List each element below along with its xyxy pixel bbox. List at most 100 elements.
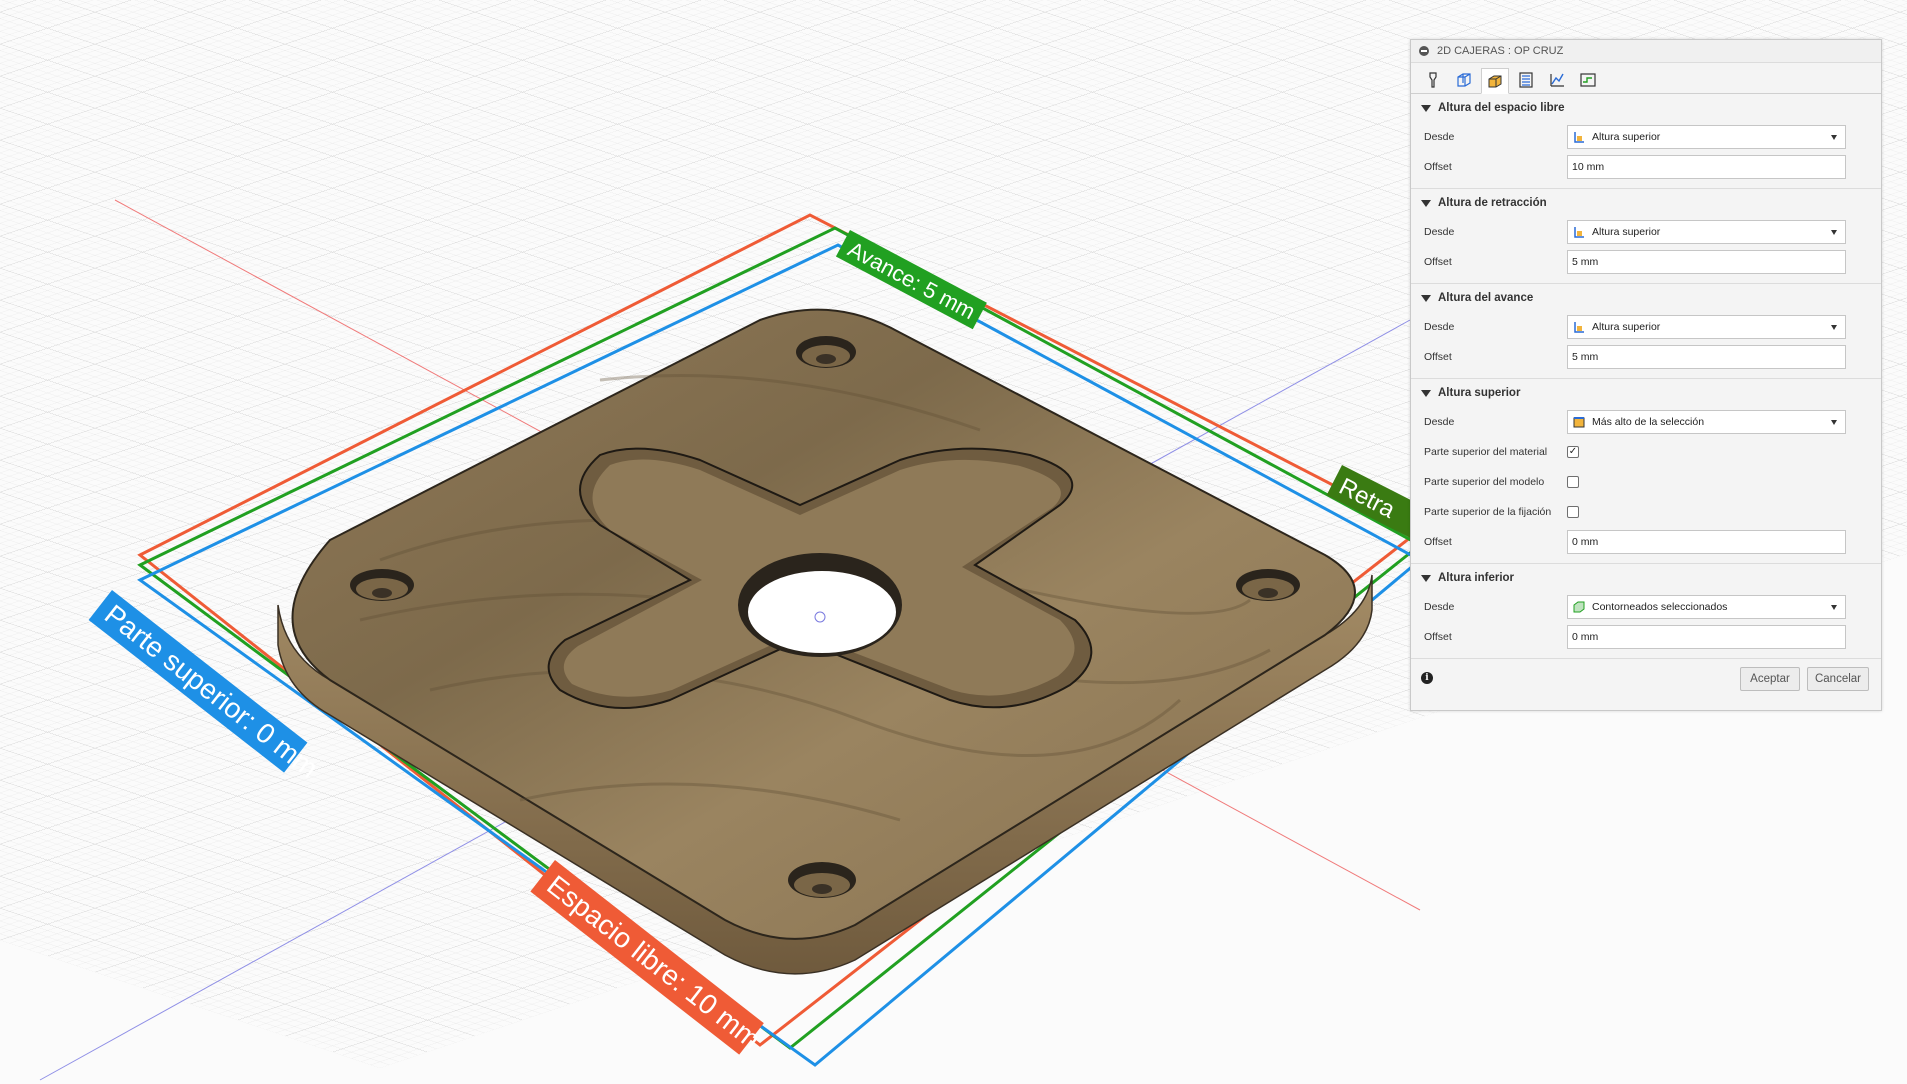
field-label: Offset bbox=[1424, 351, 1452, 363]
clearance-offset-input[interactable] bbox=[1567, 155, 1846, 179]
field-label: Desde bbox=[1424, 416, 1455, 428]
field-label: Desde bbox=[1424, 321, 1455, 333]
field-label: Desde bbox=[1424, 131, 1455, 143]
collapse-icon[interactable] bbox=[1419, 46, 1429, 56]
section-title: Altura del avance bbox=[1438, 292, 1534, 304]
height-reference-icon bbox=[1574, 132, 1584, 143]
section-clearance-height: Altura del espacio libre Desde Altura su… bbox=[1411, 94, 1881, 189]
field-label: Offset bbox=[1424, 536, 1452, 548]
retract-from-dropdown[interactable]: Altura superior bbox=[1567, 220, 1846, 244]
row-feed-from: Desde Altura superior bbox=[1411, 312, 1881, 342]
chevron-down-icon bbox=[1831, 420, 1837, 425]
selection-height-icon bbox=[1573, 417, 1585, 428]
row-retract-offset: Offset bbox=[1411, 247, 1881, 277]
pocket-2d-dialog: 2D CAJERAS : OP CRUZ Altura del espacio … bbox=[1410, 39, 1882, 711]
dialog-footer: i Aceptar Cancelar bbox=[1411, 659, 1881, 697]
chevron-down-icon bbox=[1831, 325, 1837, 330]
fixture-top-checkbox[interactable] bbox=[1567, 506, 1579, 518]
tab-linking[interactable] bbox=[1543, 67, 1571, 93]
section-title: Altura del espacio libre bbox=[1438, 102, 1565, 114]
height-reference-icon bbox=[1574, 227, 1584, 238]
row-bottom-offset: Offset bbox=[1411, 622, 1881, 652]
tab-bar bbox=[1411, 63, 1881, 94]
mounting-hole-left bbox=[350, 569, 414, 601]
tab-passes[interactable] bbox=[1512, 67, 1540, 93]
section-top-height: Altura superior Desde Más alto de la sel… bbox=[1411, 379, 1881, 564]
stock-top-checkbox[interactable]: ✓ bbox=[1567, 446, 1579, 458]
collapse-triangle-icon bbox=[1421, 294, 1431, 302]
mounting-hole-top bbox=[796, 336, 856, 368]
linking-icon bbox=[1550, 73, 1564, 87]
bottom-offset-input[interactable] bbox=[1567, 625, 1846, 649]
dropdown-value: Contorneados seleccionados bbox=[1592, 601, 1728, 613]
section-title: Altura inferior bbox=[1438, 572, 1515, 584]
info-icon[interactable]: i bbox=[1421, 672, 1433, 684]
collapse-triangle-icon bbox=[1421, 199, 1431, 207]
field-label: Parte superior del material bbox=[1424, 446, 1548, 458]
passes-icon bbox=[1519, 72, 1533, 88]
section-header-clearance[interactable]: Altura del espacio libre bbox=[1411, 94, 1881, 122]
mounting-hole-right bbox=[1236, 569, 1300, 601]
bottom-from-dropdown[interactable]: Contorneados seleccionados bbox=[1567, 595, 1846, 619]
field-label: Desde bbox=[1424, 601, 1455, 613]
section-retract-height: Altura de retracción Desde Altura superi… bbox=[1411, 189, 1881, 284]
field-label: Offset bbox=[1424, 631, 1452, 643]
field-label: Offset bbox=[1424, 161, 1452, 173]
dropdown-value: Altura superior bbox=[1592, 131, 1661, 143]
dropdown-value: Más alto de la selección bbox=[1592, 416, 1705, 428]
tool-icon bbox=[1429, 72, 1437, 88]
field-label: Desde bbox=[1424, 226, 1455, 238]
post-process-icon bbox=[1580, 73, 1596, 87]
section-title: Altura de retracción bbox=[1438, 197, 1547, 209]
tab-post-process[interactable] bbox=[1574, 67, 1602, 93]
row-retract-from: Desde Altura superior bbox=[1411, 217, 1881, 247]
clearance-from-dropdown[interactable]: Altura superior bbox=[1567, 125, 1846, 149]
dialog-header: 2D CAJERAS : OP CRUZ bbox=[1411, 40, 1881, 63]
row-stock-top: Parte superior del material ✓ bbox=[1411, 437, 1881, 467]
feed-from-dropdown[interactable]: Altura superior bbox=[1567, 315, 1846, 339]
section-feed-height: Altura del avance Desde Altura superior … bbox=[1411, 284, 1881, 379]
section-header-feed[interactable]: Altura del avance bbox=[1411, 284, 1881, 312]
row-feed-offset: Offset bbox=[1411, 342, 1881, 372]
section-title: Altura superior bbox=[1438, 387, 1521, 399]
height-reference-icon bbox=[1574, 322, 1584, 333]
top-offset-input[interactable] bbox=[1567, 530, 1846, 554]
tab-tool[interactable] bbox=[1419, 67, 1447, 93]
section-header-retract[interactable]: Altura de retracción bbox=[1411, 189, 1881, 217]
row-clearance-from: Desde Altura superior bbox=[1411, 122, 1881, 152]
mounting-hole-bottom bbox=[788, 862, 856, 898]
top-from-dropdown[interactable]: Más alto de la selección bbox=[1567, 410, 1846, 434]
ok-button[interactable]: Aceptar bbox=[1740, 667, 1800, 691]
collapse-triangle-icon bbox=[1421, 389, 1431, 397]
cancel-button[interactable]: Cancelar bbox=[1807, 667, 1869, 691]
tab-geometry[interactable] bbox=[1450, 67, 1478, 93]
chevron-down-icon bbox=[1831, 605, 1837, 610]
geometry-icon bbox=[1457, 73, 1471, 87]
section-header-bottom[interactable]: Altura inferior bbox=[1411, 564, 1881, 592]
dialog-title: 2D CAJERAS : OP CRUZ bbox=[1437, 45, 1564, 57]
dropdown-value: Altura superior bbox=[1592, 321, 1661, 333]
section-bottom-height: Altura inferior Desde Contorneados selec… bbox=[1411, 564, 1881, 659]
dropdown-value: Altura superior bbox=[1592, 226, 1661, 238]
chevron-down-icon bbox=[1831, 135, 1837, 140]
field-label: Offset bbox=[1424, 256, 1452, 268]
retract-offset-input[interactable] bbox=[1567, 250, 1846, 274]
checkmark-icon: ✓ bbox=[1568, 446, 1578, 457]
row-bottom-from: Desde Contorneados seleccionados bbox=[1411, 592, 1881, 622]
model-top-checkbox[interactable] bbox=[1567, 476, 1579, 488]
row-fixture-top: Parte superior de la fijación bbox=[1411, 497, 1881, 527]
row-top-from: Desde Más alto de la selección bbox=[1411, 407, 1881, 437]
section-header-top[interactable]: Altura superior bbox=[1411, 379, 1881, 407]
feed-offset-input[interactable] bbox=[1567, 345, 1846, 369]
row-top-offset: Offset bbox=[1411, 527, 1881, 557]
collapse-triangle-icon bbox=[1421, 104, 1431, 112]
row-model-top: Parte superior del modelo bbox=[1411, 467, 1881, 497]
tab-heights[interactable] bbox=[1481, 68, 1509, 94]
selected-contours-icon bbox=[1573, 601, 1585, 613]
row-clearance-offset: Offset bbox=[1411, 152, 1881, 182]
field-label: Parte superior del modelo bbox=[1424, 476, 1545, 488]
collapse-triangle-icon bbox=[1421, 574, 1431, 582]
chevron-down-icon bbox=[1831, 230, 1837, 235]
heights-icon bbox=[1488, 75, 1502, 88]
field-label: Parte superior de la fijación bbox=[1424, 506, 1552, 518]
